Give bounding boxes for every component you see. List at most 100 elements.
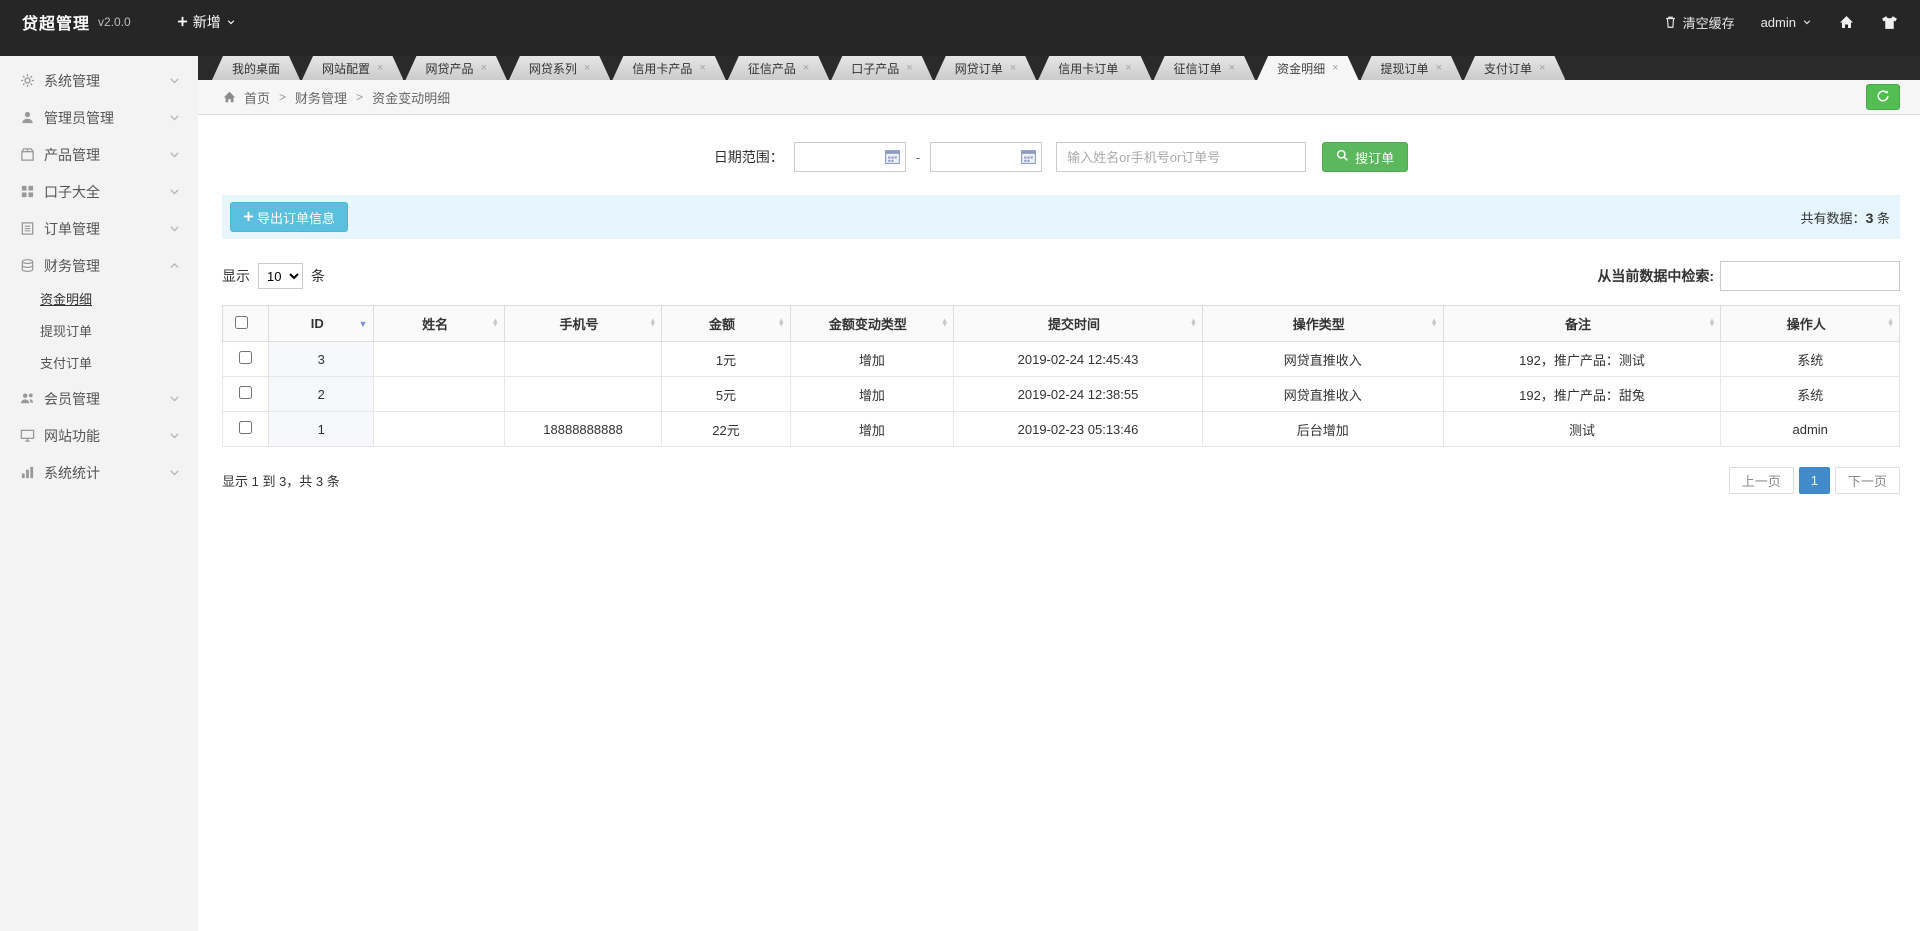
column-header-phone[interactable]: 手机号▲▼ <box>504 306 661 342</box>
tab-loan-order[interactable]: 网贷订单× <box>935 56 1036 80</box>
sidebar-item-product[interactable]: 产品管理 <box>0 136 198 173</box>
trash-icon <box>1664 15 1677 29</box>
select-all-checkbox[interactable] <box>235 316 248 329</box>
column-header-id[interactable]: ID▼ <box>269 306 374 342</box>
tab-withdraw-order[interactable]: 提现订单 × <box>1361 56 1462 80</box>
tab-payment-order[interactable]: 支付订单× <box>1464 56 1565 80</box>
table-filter-input[interactable] <box>1720 261 1900 291</box>
column-header-submit-time[interactable]: 提交时间▲▼ <box>954 306 1203 342</box>
topbar: 贷超管理 v2.0.0 新增 清空缓存 admin <box>0 0 1920 56</box>
row-checkbox[interactable] <box>239 351 252 364</box>
keyword-search-input[interactable] <box>1056 142 1306 172</box>
close-icon[interactable]: × <box>803 63 809 74</box>
cell-remark: 测试 <box>1443 412 1721 447</box>
tab-label: 提现订单 <box>1381 60 1429 77</box>
breadcrumb-finance[interactable]: 财务管理 <box>295 88 347 107</box>
table-row: 25元增加2019-02-24 12:38:55网贷直推收入192，推广产品：甜… <box>223 377 1900 412</box>
user-menu[interactable]: admin <box>1761 15 1812 30</box>
calendar-icon[interactable] <box>1020 148 1038 166</box>
select-all-checkbox-cell <box>223 306 269 342</box>
page-size-select[interactable]: 10 <box>258 263 303 289</box>
tab-credit-card-order[interactable]: 信用卡订单× <box>1038 56 1151 80</box>
chevron-down-icon <box>168 185 182 199</box>
tab-site-config[interactable]: 网站配置× <box>302 56 403 80</box>
column-header-remark[interactable]: 备注▲▼ <box>1443 306 1721 342</box>
row-checkbox[interactable] <box>239 386 252 399</box>
close-icon[interactable]: × <box>699 63 705 74</box>
cell-id: 3 <box>269 342 374 377</box>
page-number-button[interactable]: 1 <box>1799 467 1830 494</box>
sidebar-item-kouzi[interactable]: 口子大全 <box>0 173 198 210</box>
tab-label: 网贷产品 <box>425 60 473 77</box>
export-orders-button[interactable]: 导出订单信息 <box>230 202 348 232</box>
close-icon[interactable]: × <box>584 63 590 74</box>
cell-id: 1 <box>269 412 374 447</box>
refresh-button[interactable] <box>1866 84 1900 110</box>
column-label: 备注 <box>1565 317 1591 332</box>
clear-cache-button[interactable]: 清空缓存 <box>1664 13 1735 32</box>
sidebar-item-label: 网站功能 <box>44 426 168 446</box>
breadcrumb-home[interactable]: 首页 <box>244 88 270 107</box>
close-icon[interactable]: × <box>1125 63 1131 74</box>
sidebar-item-order[interactable]: 订单管理 <box>0 210 198 247</box>
cell-name <box>374 342 504 377</box>
sidebar-item-site[interactable]: 网站功能 <box>0 417 198 454</box>
tab-desktop[interactable]: 我的桌面 <box>212 56 300 80</box>
cell-name <box>374 377 504 412</box>
cell-operator: admin <box>1721 412 1900 447</box>
column-header-name[interactable]: 姓名▲▼ <box>374 306 504 342</box>
next-page-button[interactable]: 下一页 <box>1835 467 1900 494</box>
cell-remark: 192，推广产品：测试 <box>1443 342 1721 377</box>
close-icon[interactable]: × <box>906 63 912 74</box>
close-icon[interactable]: × <box>1010 63 1016 74</box>
cell-change-type: 增加 <box>790 412 953 447</box>
tab-kouzi-product[interactable]: 口子产品× <box>831 56 932 80</box>
column-header-operator[interactable]: 操作人▲▼ <box>1721 306 1900 342</box>
column-header-op-type[interactable]: 操作类型▲▼ <box>1202 306 1443 342</box>
sidebar-item-member[interactable]: 会员管理 <box>0 380 198 417</box>
sidebar-item-admin[interactable]: 管理员管理 <box>0 99 198 136</box>
sort-icon: ▲▼ <box>941 319 948 328</box>
prev-page-button[interactable]: 上一页 <box>1729 467 1794 494</box>
search-order-button[interactable]: 搜订单 <box>1322 142 1408 172</box>
add-menu-button[interactable]: 新增 <box>177 12 236 32</box>
tab-credit-product[interactable]: 征信产品× <box>728 56 829 80</box>
table-row: 31元增加2019-02-24 12:45:43网贷直推收入192，推广产品：测… <box>223 342 1900 377</box>
tab-label: 网贷系列 <box>529 60 577 77</box>
theme-button[interactable] <box>1881 15 1898 30</box>
total-records-text: 共有数据：3 条 <box>1801 208 1890 227</box>
calendar-icon[interactable] <box>884 148 902 166</box>
row-checkbox[interactable] <box>239 421 252 434</box>
chart-icon <box>20 465 36 481</box>
tab-loan-product[interactable]: 网贷产品 × <box>405 56 506 80</box>
chevron-down-icon <box>168 466 182 480</box>
sidebar-item-finance[interactable]: 财务管理 <box>0 247 198 284</box>
sidebar-item-system[interactable]: 系统管理 <box>0 62 198 99</box>
close-icon[interactable]: × <box>480 63 486 74</box>
column-header-change-type[interactable]: 金额变动类型▲▼ <box>790 306 953 342</box>
breadcrumb-separator: > <box>356 90 363 104</box>
chevron-down-icon <box>168 222 182 236</box>
sidebar-subitem-payment-order[interactable]: 支付订单 <box>0 348 198 380</box>
close-icon[interactable]: × <box>1539 63 1545 74</box>
tab-funds-detail[interactable]: 资金明细× <box>1257 56 1358 80</box>
user-icon <box>20 110 36 126</box>
close-icon[interactable]: × <box>377 63 383 74</box>
sidebar-item-stats[interactable]: 系统统计 <box>0 454 198 491</box>
close-icon[interactable]: × <box>1332 63 1338 74</box>
sidebar-subitem-funds-detail[interactable]: 资金明细 <box>0 284 198 316</box>
tab-credit-order[interactable]: 征信订单× <box>1154 56 1255 80</box>
cell-op-type: 网贷直推收入 <box>1202 342 1443 377</box>
chevron-down-icon <box>168 392 182 406</box>
close-icon[interactable]: × <box>1229 63 1235 74</box>
tab-credit-card-product[interactable]: 信用卡产品× <box>612 56 725 80</box>
home-button[interactable] <box>1838 14 1855 30</box>
monitor-icon <box>20 428 36 444</box>
sidebar-subitem-withdraw-order[interactable]: 提现订单 <box>0 316 198 348</box>
pagination: 上一页 1 下一页 <box>1729 467 1900 494</box>
close-icon[interactable]: × <box>1436 63 1442 74</box>
tab-loan-series[interactable]: 网贷系列 × <box>509 56 610 80</box>
tab-label: 我的桌面 <box>232 60 280 77</box>
column-header-amount[interactable]: 金额▲▼ <box>662 306 790 342</box>
sidebar-submenu-finance: 资金明细提现订单支付订单 <box>0 284 198 380</box>
